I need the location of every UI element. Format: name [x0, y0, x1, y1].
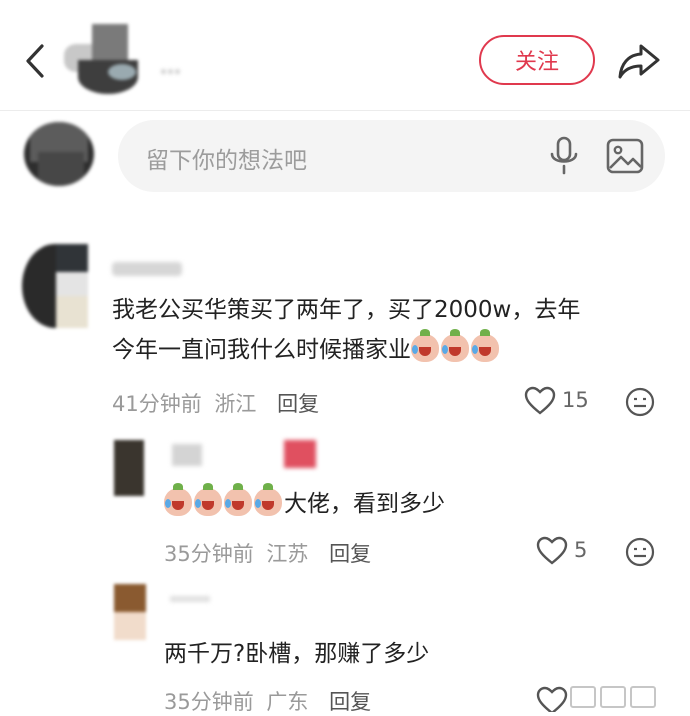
follow-button[interactable]: 关注 — [479, 35, 595, 85]
comment-input[interactable]: 留下你的想法吧 — [118, 120, 665, 192]
commenter-avatar[interactable] — [114, 440, 144, 496]
crying-emoji-icon — [194, 483, 222, 516]
comment-time: 35分钟前 — [164, 690, 254, 714]
comment-line-2-text: 今年一直问我什么时候播家业 — [112, 337, 411, 363]
emoji-reaction-icon[interactable] — [624, 386, 656, 418]
chevron-left-icon[interactable] — [22, 42, 48, 80]
heart-icon[interactable] — [536, 536, 568, 566]
author-avatar[interactable] — [64, 24, 144, 96]
comment-text: 两千万?卧槽，那赚了多少 — [164, 641, 430, 667]
comment-time: 35分钟前 — [164, 542, 254, 566]
crying-emoji-icon — [224, 483, 252, 516]
like-count: 15 — [562, 388, 589, 412]
commenter-name — [170, 596, 210, 602]
comment-text: 我老公买华策买了两年了，买了2000w，去年 今年一直问我什么时候播家业 — [112, 290, 672, 370]
commenter-name — [172, 444, 202, 466]
like-count: 5 — [574, 538, 588, 562]
commenter-avatar[interactable] — [22, 244, 88, 328]
comment-location: 广东 — [266, 690, 309, 714]
comment-text: 大佬，看到多少 — [164, 483, 445, 524]
comment-time: 41分钟前 — [112, 392, 202, 416]
reply-button[interactable]: 回复 — [329, 542, 371, 566]
comment-line-1: 我老公买华策买了两年了，买了2000w，去年 — [112, 297, 581, 323]
crying-emoji-icon — [254, 483, 282, 516]
comment-location: 江苏 — [266, 542, 309, 566]
follow-label: 关注 — [514, 50, 559, 75]
commenter-name — [112, 262, 182, 276]
comment-meta: 41分钟前 浙江 回复 — [112, 388, 319, 418]
comment-line-2: 今年一直问我什么时候播家业 — [112, 329, 672, 370]
comment-meta: 35分钟前 江苏 回复 — [164, 538, 371, 568]
heart-icon[interactable] — [536, 686, 568, 712]
header-divider — [0, 110, 690, 111]
watermark-overlay — [570, 682, 680, 708]
crying-emoji-icon — [471, 329, 499, 362]
emoji-reaction-icon[interactable] — [624, 536, 656, 568]
microphone-icon[interactable] — [548, 136, 580, 176]
reply-button[interactable]: 回复 — [277, 392, 319, 416]
author-badge — [284, 440, 316, 468]
comment-location: 浙江 — [214, 392, 257, 416]
comment-placeholder: 留下你的想法吧 — [146, 148, 307, 174]
heart-icon[interactable] — [524, 386, 556, 416]
crying-emoji-icon — [164, 483, 192, 516]
share-arrow-icon[interactable] — [616, 40, 662, 80]
my-avatar[interactable] — [24, 122, 94, 186]
comment-text-content: 大佬，看到多少 — [284, 491, 445, 517]
author-name: ... — [160, 54, 181, 79]
crying-emoji-icon — [441, 329, 469, 362]
reply-button[interactable]: 回复 — [329, 690, 371, 714]
crying-emoji-icon — [411, 329, 439, 362]
commenter-avatar[interactable] — [114, 584, 146, 640]
image-icon[interactable] — [606, 138, 644, 174]
